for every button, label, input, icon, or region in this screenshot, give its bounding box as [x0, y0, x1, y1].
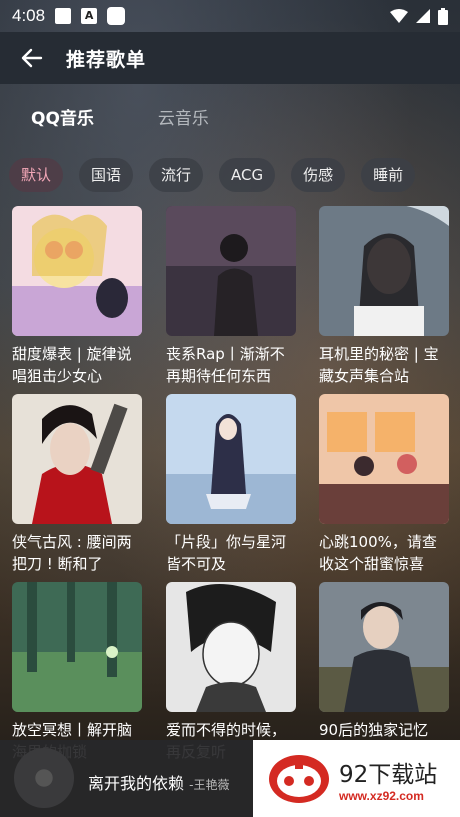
playlist-cover-image [319, 582, 449, 712]
playlist-card[interactable]: 爱而不得的时候，再反复听 [166, 582, 296, 763]
watermark-logo-icon [269, 754, 329, 803]
status-time: 4:08 [12, 6, 46, 25]
now-playing: 离开我的依赖 -王艳薇 [88, 770, 229, 794]
signal-icon [416, 9, 430, 23]
playlist-title: 丧系Rap丨渐渐不再期待任何东西 [166, 345, 285, 385]
playlist-cover-image [319, 394, 449, 524]
playlist-card[interactable]: 心跳100%，请查收这个甜蜜惊喜 [319, 394, 449, 575]
tab-qq-music[interactable]: QQ音乐 [31, 104, 94, 129]
playlist-cover-image [319, 206, 449, 336]
song-title: 离开我的依赖 [88, 774, 185, 793]
status-bar: 4:08 [0, 0, 460, 32]
playlist-cover-image [166, 582, 296, 712]
playlist-card[interactable]: 甜度爆表 | 旋律说唱狙击少女心 [12, 206, 142, 387]
playlist-cover-image [12, 582, 142, 712]
source-tabs: QQ音乐 云音乐 [0, 84, 460, 148]
wifi-icon [390, 9, 408, 23]
playlist-card[interactable]: 放空冥想丨解开脑海里的枷锁 [12, 582, 142, 763]
playlist-title: 甜度爆表 | 旋律说唱狙击少女心 [12, 345, 132, 385]
playlist-cover-image [166, 394, 296, 524]
app-header: 推荐歌单 [0, 32, 460, 84]
playlist-card[interactable]: 耳机里的秘密 | 宝藏女声集合站 [319, 206, 449, 387]
playlist-title: 侠气古风 : 腰间两把刀 ! 断和了 [12, 533, 132, 573]
song-artist: -王艳薇 [189, 778, 230, 792]
playlist-card[interactable]: 90后的独家记忆 [319, 582, 449, 763]
playlist-title: 耳机里的秘密 | 宝藏女声集合站 [319, 345, 439, 385]
album-disc[interactable] [14, 748, 74, 808]
battery-icon [438, 7, 448, 25]
app-a-icon [81, 8, 98, 24]
playlist-card[interactable]: 侠气古风 : 腰间两把刀 ! 断和了 [12, 394, 142, 575]
site-watermark: 92下载站 www.xz92.com [253, 740, 460, 817]
arrow-left-icon [21, 48, 43, 68]
chip-mandarin[interactable]: 国语 [79, 158, 134, 192]
watermark-url: www.xz92.com [339, 788, 424, 803]
chip-bedtime[interactable]: 睡前 [361, 158, 416, 192]
playlist-cover-image [12, 206, 142, 336]
playlist-card[interactable]: 丧系Rap丨渐渐不再期待任何东西 [166, 206, 296, 387]
tab-cloud-music[interactable]: 云音乐 [158, 104, 209, 129]
category-chips: 默认 国语 流行 ACG 伤感 睡前 [9, 158, 416, 192]
notification-icon [55, 8, 72, 24]
playlist-title: 「片段」你与星河皆不可及 [166, 533, 287, 573]
playlist-card[interactable]: 「片段」你与星河皆不可及 [166, 394, 296, 575]
chip-pop[interactable]: 流行 [149, 158, 204, 192]
chip-default[interactable]: 默认 [9, 158, 64, 192]
playlist-title: 心跳100%，请查收这个甜蜜惊喜 [319, 533, 437, 573]
chip-sad[interactable]: 伤感 [291, 158, 346, 192]
page-title: 推荐歌单 [66, 48, 147, 71]
playlist-cover-image [12, 394, 142, 524]
watermark-brand: 92下载站 [339, 761, 438, 788]
playlist-cover-image [166, 206, 296, 336]
chip-acg[interactable]: ACG [219, 158, 276, 192]
back-button[interactable] [18, 44, 46, 72]
notification-square-icon [107, 7, 126, 25]
